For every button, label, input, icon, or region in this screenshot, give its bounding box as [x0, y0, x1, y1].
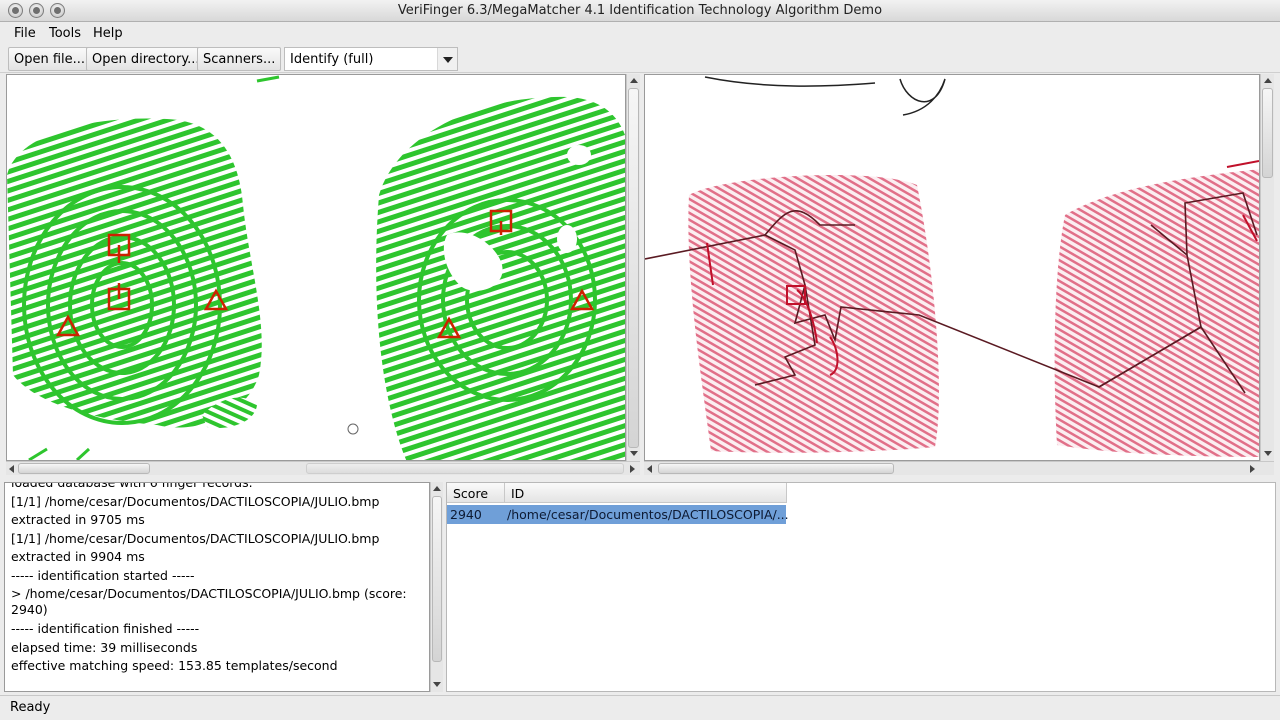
left-view-vscroll-thumb[interactable] [628, 88, 639, 448]
app-window: VeriFinger 6.3/MegaMatcher 4.1 Identific… [0, 0, 1280, 720]
left-view-vertical-scrollbar[interactable] [626, 74, 640, 461]
log-line: elapsed time: 39 milliseconds [11, 639, 198, 655]
column-header-score[interactable]: Score [447, 483, 505, 503]
log-line: > /home/cesar/Documentos/DACTILOSCOPIA/J… [11, 586, 407, 617]
right-view-vscroll-thumb[interactable] [1262, 88, 1273, 178]
open-file-button[interactable]: Open file... [8, 47, 92, 71]
scroll-down-icon[interactable] [1264, 451, 1272, 456]
scroll-left-icon[interactable] [647, 465, 652, 473]
scroll-down-icon[interactable] [433, 682, 441, 687]
log-vertical-scrollbar[interactable] [430, 482, 443, 692]
left-view-hscroll-thumb[interactable] [18, 463, 150, 474]
menu-file[interactable]: File [14, 26, 36, 41]
left-view-hscroll-track[interactable] [306, 463, 624, 474]
row-score: 2940 [450, 507, 482, 522]
status-text: Ready [10, 700, 51, 715]
template-fingerprint-image [7, 75, 625, 460]
mode-select-value: Identify (full) [290, 52, 374, 67]
row-id: /home/cesar/Documentos/DACTILOSCOPIA/... [507, 507, 789, 522]
right-view-hscroll-thumb[interactable] [658, 463, 894, 474]
log-line: [1/1] /home/cesar/Documentos/DACTILOSCOP… [11, 493, 380, 509]
log-output[interactable]: loaded database with 6 finger records. [… [4, 482, 430, 692]
log-line: extracted in 9904 ms [11, 549, 145, 564]
status-bar: Ready [0, 695, 1280, 720]
scroll-up-icon[interactable] [1264, 78, 1272, 83]
latent-fingerprint-view[interactable] [644, 74, 1260, 461]
toolbar: Open file... Open directory... Scanners.… [0, 45, 1280, 73]
table-row[interactable]: 2940 /home/cesar/Documentos/DACTILOSCOPI… [447, 505, 789, 524]
menu-help[interactable]: Help [93, 26, 123, 41]
log-line: effective matching speed: 153.85 templat… [11, 658, 338, 673]
menu-bar: File Tools Help [0, 23, 1280, 45]
chevron-down-icon[interactable] [437, 48, 457, 70]
window-title: VeriFinger 6.3/MegaMatcher 4.1 Identific… [397, 3, 883, 18]
right-view-vertical-scrollbar[interactable] [1260, 74, 1274, 461]
right-view-horizontal-scrollbar[interactable] [644, 461, 1274, 475]
results-table[interactable]: Score ID 2940 /home/cesar/Documentos/DAC… [446, 482, 1276, 692]
scroll-left-icon[interactable] [9, 465, 14, 473]
scroll-right-icon[interactable] [630, 465, 635, 473]
mode-select[interactable]: Identify (full) [284, 47, 458, 71]
column-header-id[interactable]: ID [505, 483, 787, 503]
log-line: extracted in 9705 ms [11, 512, 145, 527]
menu-tools[interactable]: Tools [49, 26, 81, 41]
template-fingerprint-view[interactable] [6, 74, 626, 461]
scroll-up-icon[interactable] [433, 486, 441, 491]
log-line: loaded database with 6 finger records. [11, 482, 253, 490]
scanners-button[interactable]: Scanners... [197, 47, 282, 71]
log-line: ----- identification started ----- [11, 567, 195, 583]
left-view-horizontal-scrollbar[interactable] [6, 461, 640, 475]
log-vscroll-thumb[interactable] [432, 496, 442, 662]
log-line: [1/1] /home/cesar/Documentos/DACTILOSCOP… [11, 530, 380, 546]
open-directory-button[interactable]: Open directory... [86, 47, 206, 71]
log-line: ----- identification finished ----- [11, 621, 200, 636]
latent-fingerprint-image [645, 76, 1259, 457]
scroll-down-icon[interactable] [630, 451, 638, 456]
scroll-up-icon[interactable] [630, 78, 638, 83]
title-bar: VeriFinger 6.3/MegaMatcher 4.1 Identific… [0, 0, 1280, 22]
scroll-right-icon[interactable] [1250, 465, 1255, 473]
